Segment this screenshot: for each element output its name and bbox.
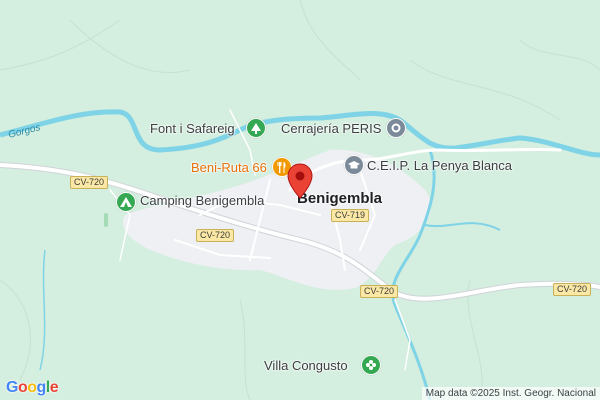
google-logo-text: Google	[6, 379, 59, 396]
google-logo-letter: o	[17, 379, 28, 396]
road-shield: CV-720	[360, 285, 399, 298]
poi-label-ceip-la-penya-blanca[interactable]: C.E.I.P. La Penya Blanca	[367, 158, 512, 173]
poi-label-font-i-safareig[interactable]: Font i Safareig	[150, 121, 235, 136]
google-logo-letter: e	[49, 379, 59, 396]
flower-icon[interactable]	[361, 355, 381, 375]
poi-label-camping-benigembla[interactable]: Camping Benigembla	[140, 193, 264, 208]
road-shield: CV-720	[196, 229, 235, 242]
shop-icon[interactable]	[386, 118, 406, 138]
stream-east	[424, 222, 501, 231]
poi-label-cerrajeria-peris[interactable]: Cerrajería PERIS	[281, 121, 381, 136]
school-icon[interactable]	[344, 155, 364, 175]
road-shield: CV-720	[553, 283, 592, 296]
google-logo: Google	[6, 379, 59, 397]
tree-icon[interactable]	[246, 118, 266, 138]
poi-label-villa-congusto[interactable]: Villa Congusto	[264, 358, 348, 373]
green-patch	[104, 213, 108, 227]
google-logo-letter: o	[27, 379, 37, 396]
poi-label-beni-ruta-66[interactable]: Beni-Ruta 66	[191, 160, 267, 175]
road-shield: CV-720	[70, 176, 109, 189]
road-network	[0, 109, 600, 371]
map-attribution[interactable]: Map data ©2025 Inst. Geogr. Nacional	[421, 387, 600, 400]
google-logo-letter: g	[36, 379, 47, 396]
road-shield: CV-719	[331, 209, 370, 222]
map-canvas[interactable]: Gorgos CV-720 CV-720 CV-720 CV-720 CV-71…	[0, 0, 600, 400]
google-logo-letter: G	[6, 379, 18, 396]
stream-southwest	[39, 249, 46, 371]
camping-icon[interactable]	[116, 192, 136, 212]
location-pin-icon[interactable]	[287, 163, 313, 199]
